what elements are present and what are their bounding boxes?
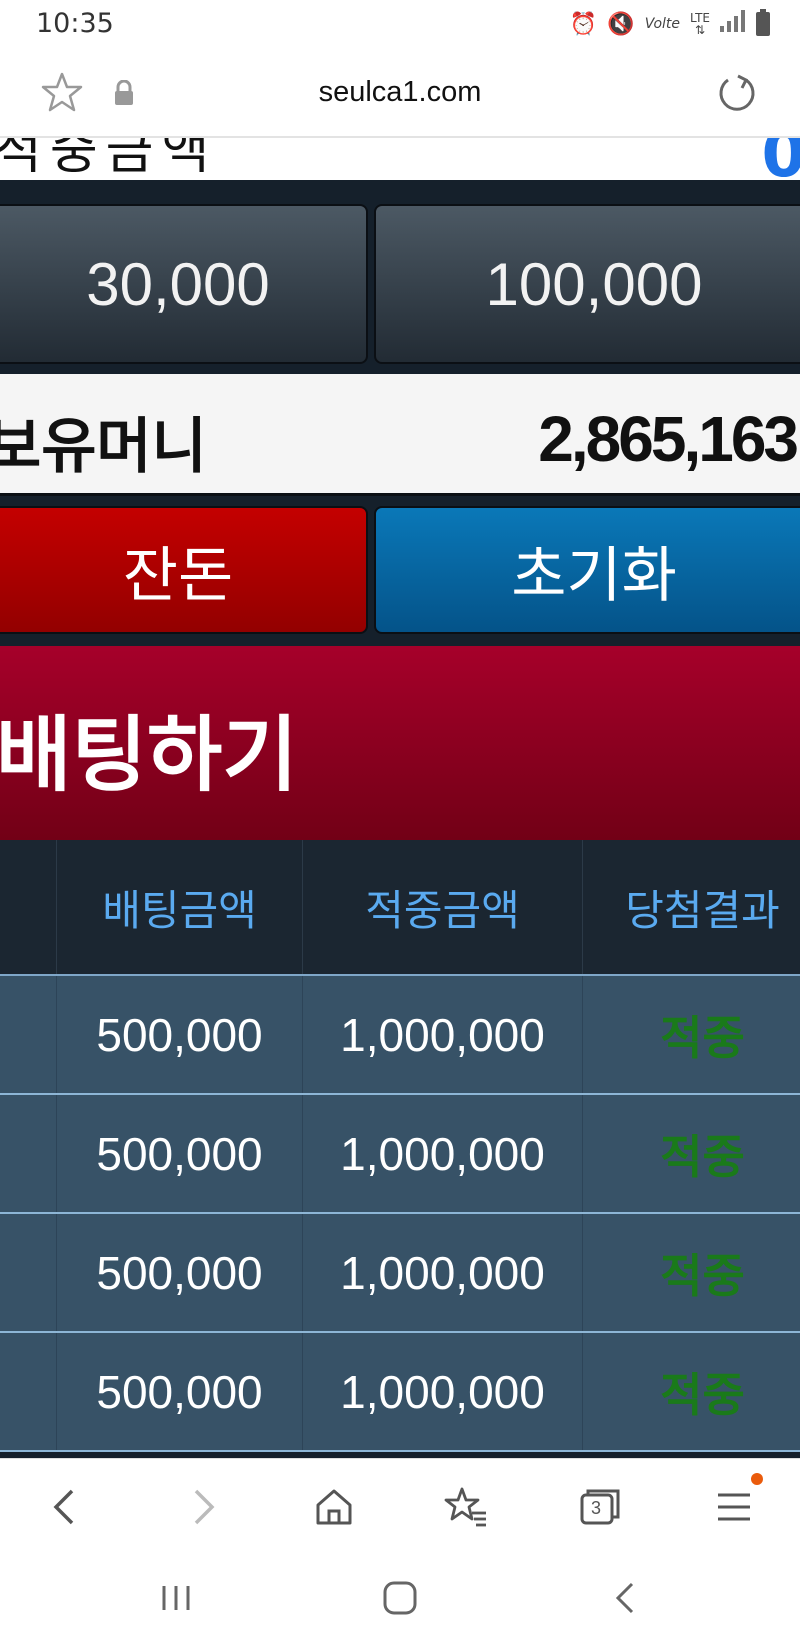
result-cell: 적중 (582, 1214, 800, 1331)
status-icons: ⏰ 🔇 Volte LTE ⇅ (569, 9, 770, 38)
home-icon[interactable] (310, 1483, 358, 1531)
back-icon[interactable] (42, 1483, 90, 1531)
menu-notification-dot (751, 1473, 763, 1485)
table-row: 500,000 1,000,000 적중 (0, 1333, 800, 1452)
bet-amount-cell: 500,000 (56, 1214, 302, 1331)
top-strip-number: 0 (761, 138, 800, 180)
table-cell-blank (0, 1214, 56, 1331)
tab-count: 3 (591, 1498, 602, 1518)
money-row: 보유머니 2,865,163 (0, 374, 800, 496)
forward-icon[interactable] (178, 1483, 226, 1531)
page-content: 적중금액 0 30,000 100,000 보유머니 2,865,163 잔돈 … (0, 138, 800, 1458)
banner-text: 배팅하기 (0, 708, 298, 803)
alarm-icon: ⏰ (569, 11, 598, 37)
bet-amount-cell: 500,000 (56, 1095, 302, 1212)
bet-amount-cell: 500,000 (56, 976, 302, 1093)
top-strip: 적중금액 0 (0, 138, 800, 180)
reload-icon[interactable] (714, 70, 760, 116)
result-cell: 적중 (582, 976, 800, 1093)
lte-icon: LTE ⇅ (690, 11, 710, 37)
browser-bottom-nav: 3 (0, 1458, 800, 1554)
mute-icon: 🔇 (607, 11, 635, 37)
table-cell-blank (0, 1333, 56, 1450)
system-back-icon[interactable] (606, 1578, 646, 1618)
status-time: 10:35 (36, 8, 114, 39)
balance-button[interactable]: 잔돈 (0, 506, 368, 634)
status-bar: 10:35 ⏰ 🔇 Volte LTE ⇅ (0, 0, 800, 50)
bookmarks-icon[interactable] (442, 1483, 490, 1531)
url-bar: seulca1.com (0, 50, 800, 138)
win-amount-cell: 1,000,000 (302, 976, 582, 1093)
signal-icon (720, 10, 746, 38)
bet-amount-cell: 500,000 (56, 1333, 302, 1450)
money-label: 보유머니 (0, 412, 207, 482)
recent-apps-icon[interactable] (156, 1578, 196, 1618)
header-win-amount: 적중금액 (302, 840, 582, 974)
table-row: 500,000 1,000,000 적중 (0, 976, 800, 1095)
table-header-cell-blank (0, 840, 56, 974)
home-button-icon[interactable] (380, 1578, 420, 1618)
reset-button[interactable]: 초기화 (374, 506, 800, 634)
menu-icon[interactable] (710, 1483, 758, 1531)
system-nav-bar (0, 1554, 800, 1645)
result-cell: 적중 (582, 1095, 800, 1212)
win-amount-cell: 1,000,000 (302, 1333, 582, 1450)
action-buttons: 잔돈 초기화 (0, 506, 800, 634)
bet-history-table: 배팅금액 적중금액 당첨결과 500,000 1,000,000 적중 500,… (0, 840, 800, 1452)
top-strip-label: 적중금액 (0, 138, 218, 180)
amount-button-30000[interactable]: 30,000 (0, 204, 368, 364)
win-amount-cell: 1,000,000 (302, 1214, 582, 1331)
result-cell: 적중 (582, 1333, 800, 1450)
table-row: 500,000 1,000,000 적중 (0, 1214, 800, 1333)
amount-buttons: 30,000 100,000 (0, 204, 800, 364)
tabs-icon[interactable]: 3 (576, 1483, 624, 1531)
money-value: 2,865,163 (538, 403, 799, 475)
amount-button-100000[interactable]: 100,000 (374, 204, 800, 364)
table-cell-blank (0, 1095, 56, 1212)
battery-icon (756, 9, 770, 36)
table-header: 배팅금액 적중금액 당첨결과 (0, 840, 800, 976)
volte-icon: Volte (644, 16, 681, 32)
bet-banner[interactable]: 배팅하기 (0, 646, 800, 840)
header-result: 당첨결과 (582, 840, 800, 974)
table-row: 500,000 1,000,000 적중 (0, 1095, 800, 1214)
table-cell-blank (0, 976, 56, 1093)
url-text[interactable]: seulca1.com (0, 76, 800, 109)
header-bet-amount: 배팅금액 (56, 840, 302, 974)
win-amount-cell: 1,000,000 (302, 1095, 582, 1212)
